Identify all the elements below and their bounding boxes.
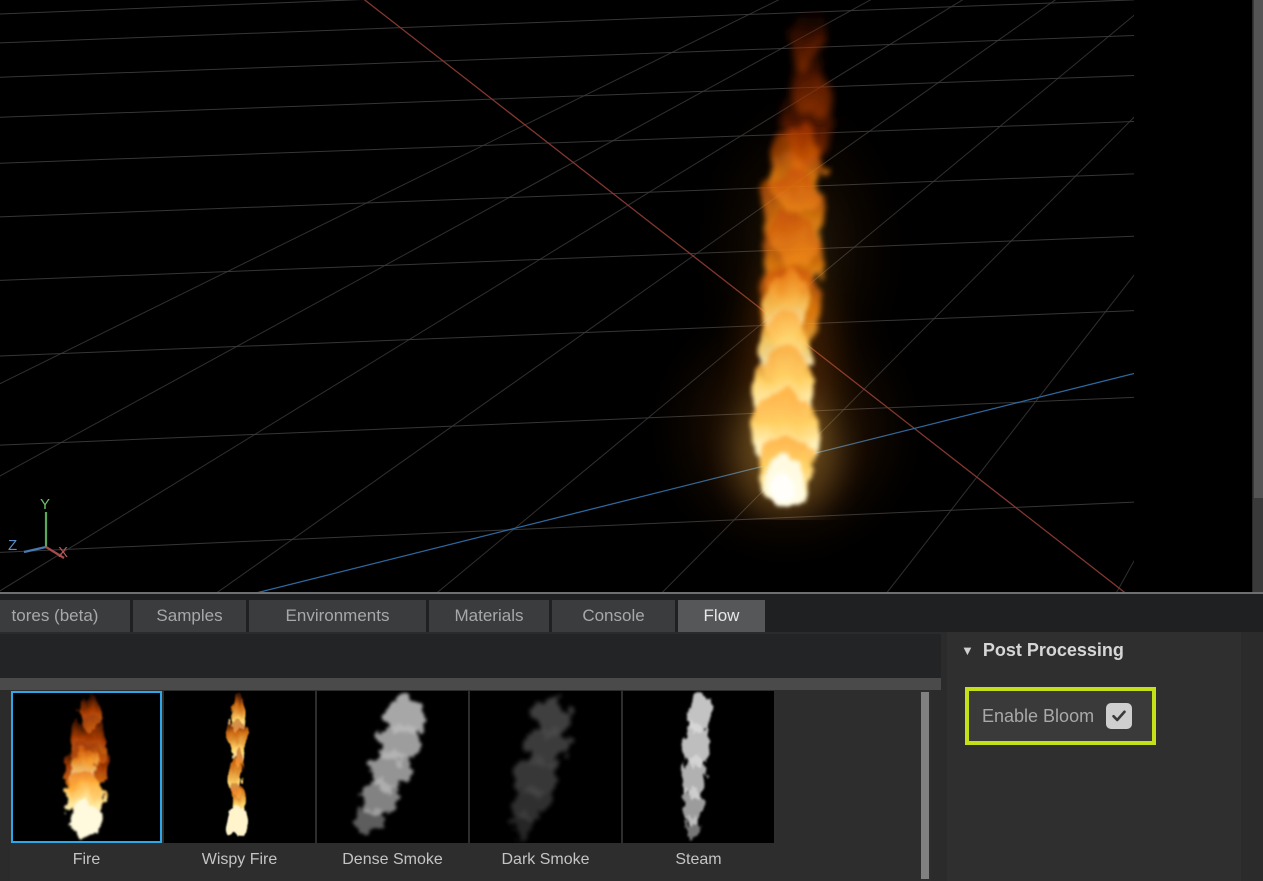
tab-label: Environments <box>285 606 390 625</box>
tab-materials[interactable]: Materials <box>429 600 549 632</box>
check-icon <box>1112 710 1126 722</box>
fire-plume-svg <box>734 6 838 522</box>
enable-bloom-checkbox[interactable] <box>1106 703 1133 729</box>
tab-label: Materials <box>454 606 524 625</box>
axis-gizmo[interactable]: Y X Z <box>6 492 86 568</box>
enable-bloom-row[interactable]: Enable Bloom <box>969 691 1152 741</box>
gallery-scrollbar-thumb[interactable] <box>921 692 929 879</box>
perspective-grid <box>0 0 1252 592</box>
gizmo-z-axis <box>23 545 47 554</box>
preset-thumbnail-dark-smoke <box>470 691 621 843</box>
gizmo-label-z: Z <box>8 537 18 554</box>
tab-console[interactable]: Console <box>552 600 675 632</box>
preset-thumbnail-dense-smoke <box>317 691 468 843</box>
viewport-scrollbar-track[interactable] <box>1252 0 1263 592</box>
flow-extension-window: Y X Z tores (beta) Samples Environments … <box>0 0 1263 881</box>
tab-stores-beta[interactable]: tores (beta) <box>0 600 130 632</box>
tab-label: tores (beta) <box>11 606 99 625</box>
tab-flow[interactable]: Flow <box>678 600 765 632</box>
preset-item-dark-smoke[interactable]: Dark Smoke <box>469 690 622 881</box>
enable-bloom-label: Enable Bloom <box>982 705 1095 726</box>
chevron-down-icon[interactable]: ▼ <box>961 644 974 657</box>
preset-thumbnail-wispy-fire <box>164 691 315 843</box>
preset-label: Fire <box>72 851 101 868</box>
enable-bloom-highlight: Enable Bloom <box>965 687 1156 745</box>
pane-divider <box>0 678 941 690</box>
preset-label: Dense Smoke <box>342 851 443 868</box>
presets-pane: Fire Wispy Fire Dense Smoke Dark Smoke S… <box>0 632 941 881</box>
post-processing-header[interactable]: ▼ Post Processing <box>961 640 1124 661</box>
preset-gallery-strip: Fire Wispy Fire Dense Smoke Dark Smoke S… <box>10 690 775 881</box>
grid-svg <box>0 0 1134 592</box>
tab-label: Console <box>582 606 645 625</box>
tab-label: Flow <box>703 606 740 625</box>
gallery-scrollbar-track[interactable] <box>919 690 931 881</box>
preset-item-steam[interactable]: Steam <box>622 690 775 881</box>
preset-thumbnail-fire <box>11 691 162 843</box>
gizmo-label-y: Y <box>40 496 51 513</box>
preset-item-fire[interactable]: Fire <box>10 690 163 881</box>
tab-bar: tores (beta) Samples Environments Materi… <box>0 592 1263 632</box>
bottom-panel: Fire Wispy Fire Dense Smoke Dark Smoke S… <box>0 632 1263 881</box>
post-processing-title: Post Processing <box>982 640 1124 660</box>
post-processing-panel: ▼ Post Processing Enable Bloom <box>947 632 1252 881</box>
fire-plume <box>690 6 950 522</box>
gizmo-label-x: X <box>58 544 69 561</box>
preset-label: Wispy Fire <box>201 851 278 868</box>
tab-label: Samples <box>156 606 223 625</box>
preset-item-wispy-fire[interactable]: Wispy Fire <box>163 690 316 881</box>
tab-environments[interactable]: Environments <box>249 600 426 632</box>
preset-thumbnail-steam <box>623 691 774 843</box>
right-panel-scrollbar[interactable] <box>1241 632 1252 881</box>
preset-item-dense-smoke[interactable]: Dense Smoke <box>316 690 469 881</box>
viewport-scrollbar-thumb[interactable] <box>1254 0 1263 498</box>
preset-label: Dark Smoke <box>501 851 590 868</box>
tab-samples[interactable]: Samples <box>133 600 246 632</box>
preset-label: Steam <box>675 851 722 868</box>
search-input[interactable] <box>0 634 941 678</box>
preset-gallery[interactable]: Fire Wispy Fire Dense Smoke Dark Smoke S… <box>10 690 931 881</box>
3d-render-viewport[interactable]: Y X Z <box>0 0 1252 592</box>
